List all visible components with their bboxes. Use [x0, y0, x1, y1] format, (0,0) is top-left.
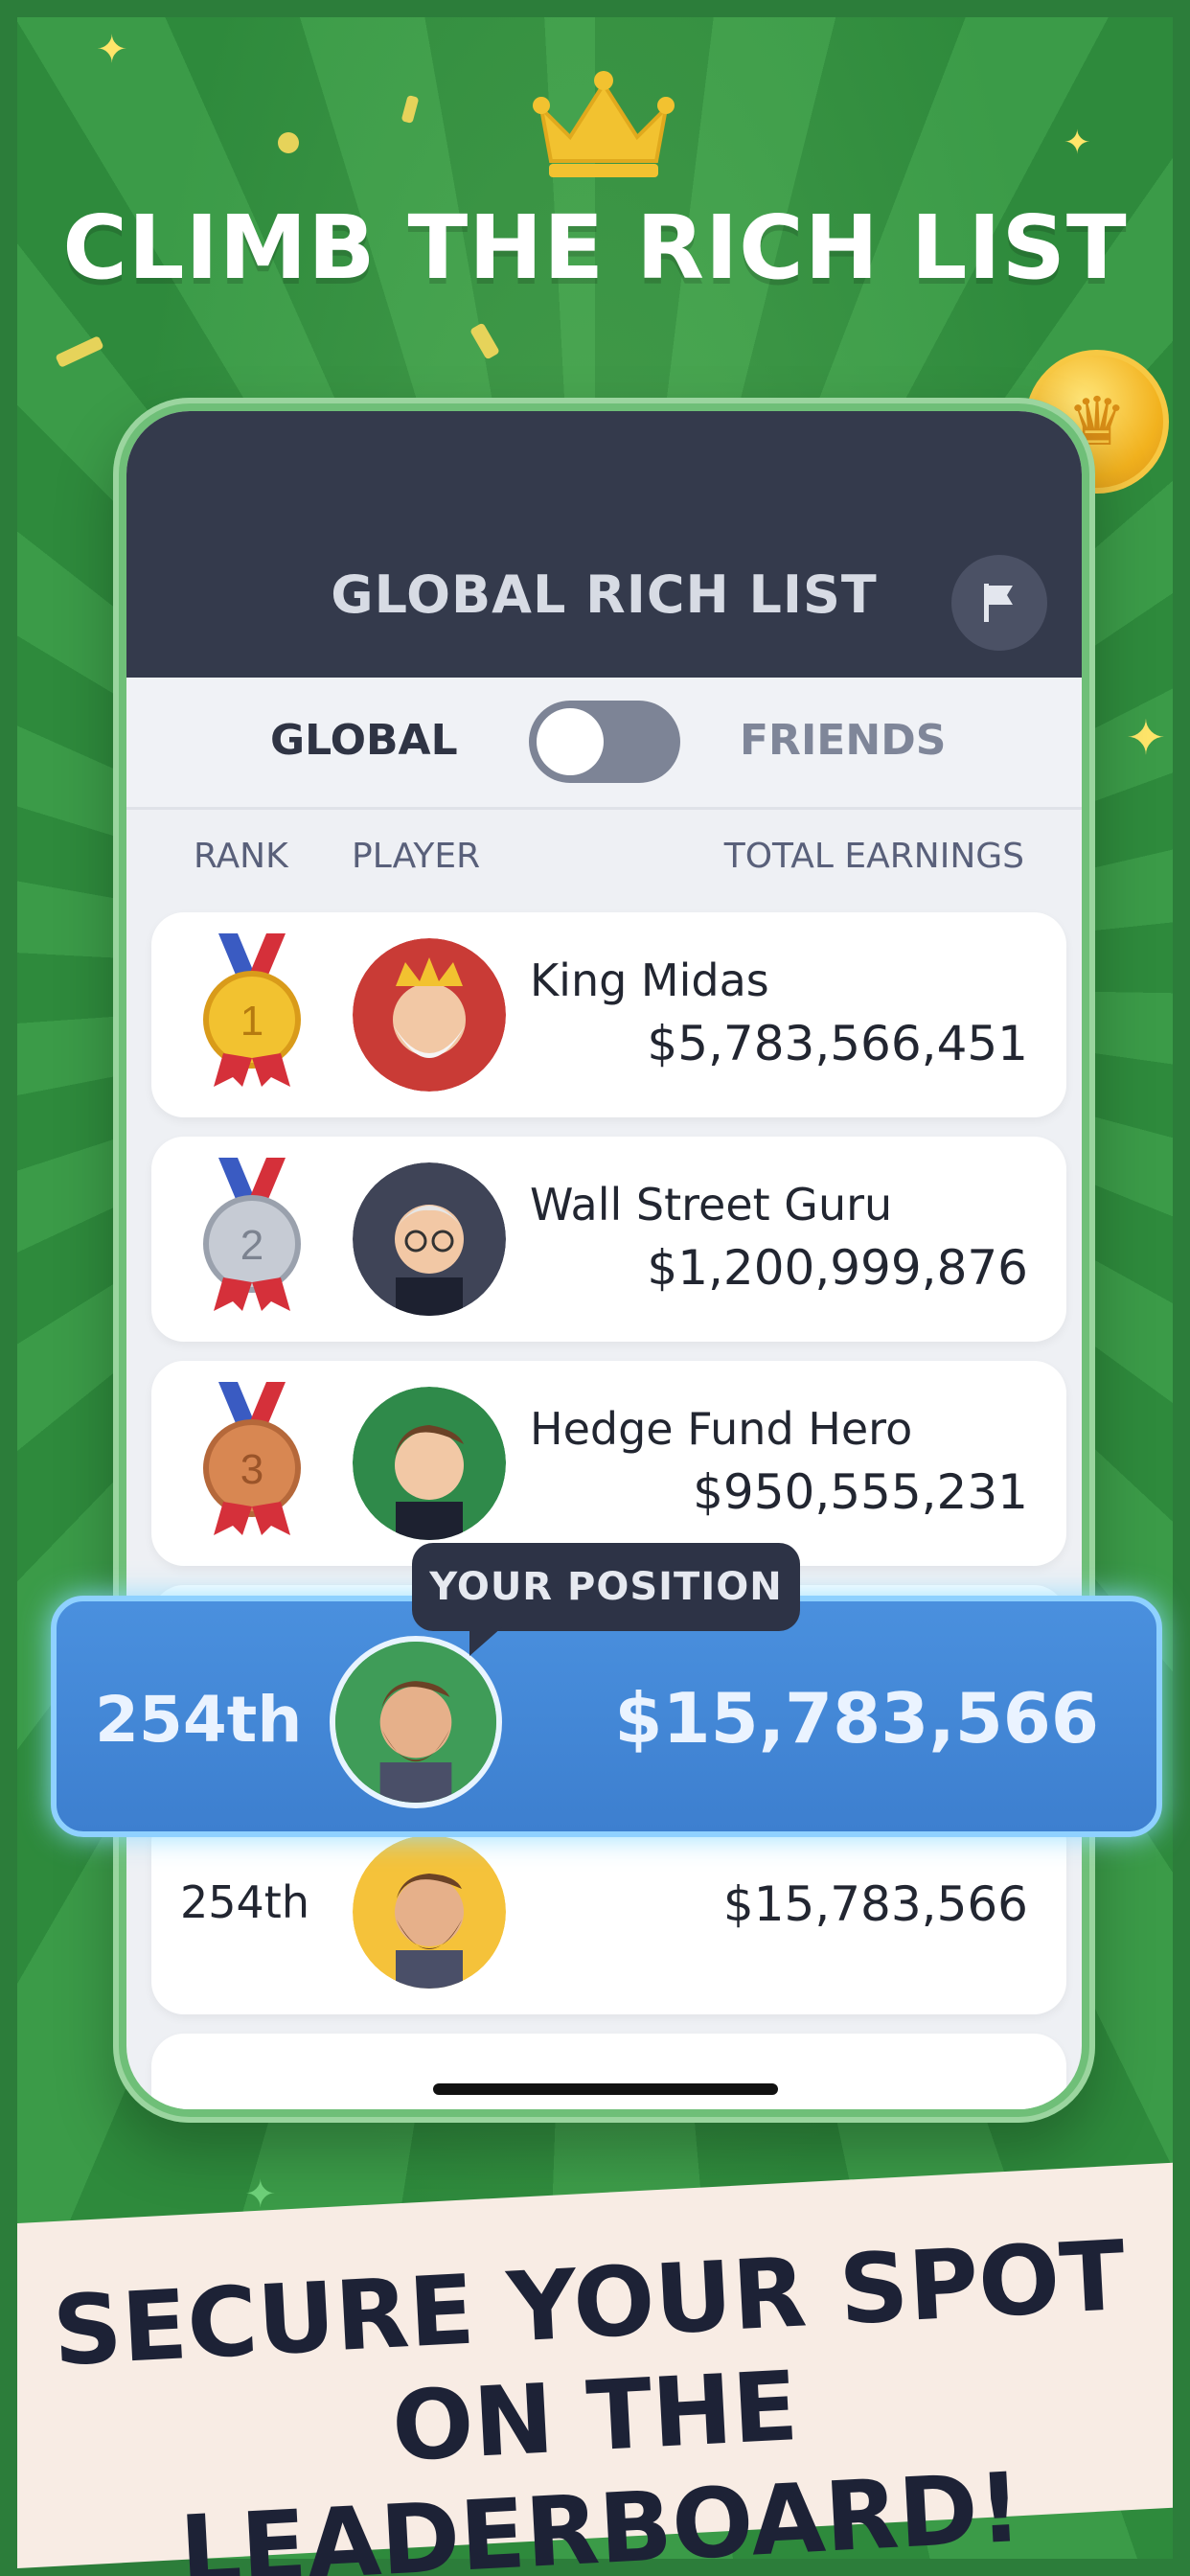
- player-name: King Midas: [530, 954, 769, 1006]
- headline: CLIMB THE RICH LIST: [62, 196, 1128, 299]
- bronze-medal-icon: 3: [203, 1382, 301, 1535]
- avatar-icon: [353, 1387, 506, 1540]
- global-label[interactable]: GLOBAL: [270, 716, 458, 765]
- leaderboard-row[interactable]: 2 Wall Street Guru $1,200,999,876: [151, 1137, 1066, 1342]
- flag-icon: [984, 584, 1013, 622]
- silver-medal-icon: 2: [203, 1158, 301, 1311]
- scope-toggle-row: GLOBAL FRIENDS: [126, 678, 1082, 810]
- app-screen: GLOBAL RICH LIST GLOBAL FRIENDS RANK PLA…: [126, 411, 1082, 2109]
- report-flag-button[interactable]: [951, 555, 1047, 651]
- your-earnings: $15,783,566: [614, 1678, 1099, 1759]
- medal-rank-text: 2: [240, 1222, 263, 1269]
- row-earnings: $15,783,566: [722, 1876, 1028, 1932]
- leaderboard-row[interactable]: 3 Hedge Fund Hero $950,555,231: [151, 1361, 1066, 1566]
- player-earnings: $950,555,231: [693, 1464, 1028, 1520]
- column-headers: RANK PLAYER TOTAL EARNINGS: [126, 810, 1082, 898]
- leaderboard-row[interactable]: 254th $15,783,566: [151, 1809, 1066, 2014]
- banner-text: SECURE YOUR SPOT ON THE LEADERBOARD!: [0, 2217, 1190, 2576]
- medal-rank-text: 1: [240, 998, 263, 1045]
- player-earnings: $5,783,566,451: [647, 1016, 1028, 1071]
- your-position-bar[interactable]: 254th $15,783,566: [51, 1596, 1162, 1837]
- avatar-icon: [353, 1835, 506, 1989]
- earnings-header: TOTAL EARNINGS: [723, 837, 1024, 876]
- player-earnings: $1,200,999,876: [647, 1240, 1028, 1296]
- sparkle-icon: ✦: [1126, 710, 1166, 766]
- player-name: Hedge Fund Hero: [530, 1403, 913, 1455]
- sparkle-icon: ✦: [244, 2173, 277, 2217]
- home-indicator[interactable]: [433, 2083, 778, 2095]
- confetti: [278, 132, 299, 153]
- app-header: GLOBAL RICH LIST: [126, 411, 1082, 678]
- row-rank: 254th: [180, 1876, 309, 1928]
- avatar-icon: [353, 938, 506, 1092]
- friends-label[interactable]: FRIENDS: [740, 716, 946, 765]
- rank-header: RANK: [194, 837, 288, 876]
- sparkle-icon: ✦: [1064, 124, 1091, 162]
- your-rank: 254th: [95, 1683, 303, 1757]
- app-title: GLOBAL RICH LIST: [331, 564, 878, 625]
- crown-icon: [533, 71, 675, 177]
- sparkle-icon: ✦: [96, 28, 128, 72]
- player-name: Wall Street Guru: [530, 1179, 893, 1230]
- avatar-icon: [353, 1162, 506, 1316]
- medal-rank-text: 3: [240, 1446, 263, 1493]
- player-header: PLAYER: [352, 837, 481, 876]
- gold-medal-icon: 1: [203, 933, 301, 1087]
- phone-mockup: GLOBAL RICH LIST GLOBAL FRIENDS RANK PLA…: [113, 398, 1095, 2123]
- leaderboard-row[interactable]: 1 King Midas $5,783,566,451: [151, 912, 1066, 1117]
- global-friends-switch[interactable]: [529, 701, 680, 783]
- switch-knob: [537, 708, 604, 775]
- your-position-tooltip: YOUR POSITION: [412, 1543, 800, 1656]
- leaderboard-row: [151, 2034, 1066, 2109]
- avatar-icon: [330, 1636, 502, 1808]
